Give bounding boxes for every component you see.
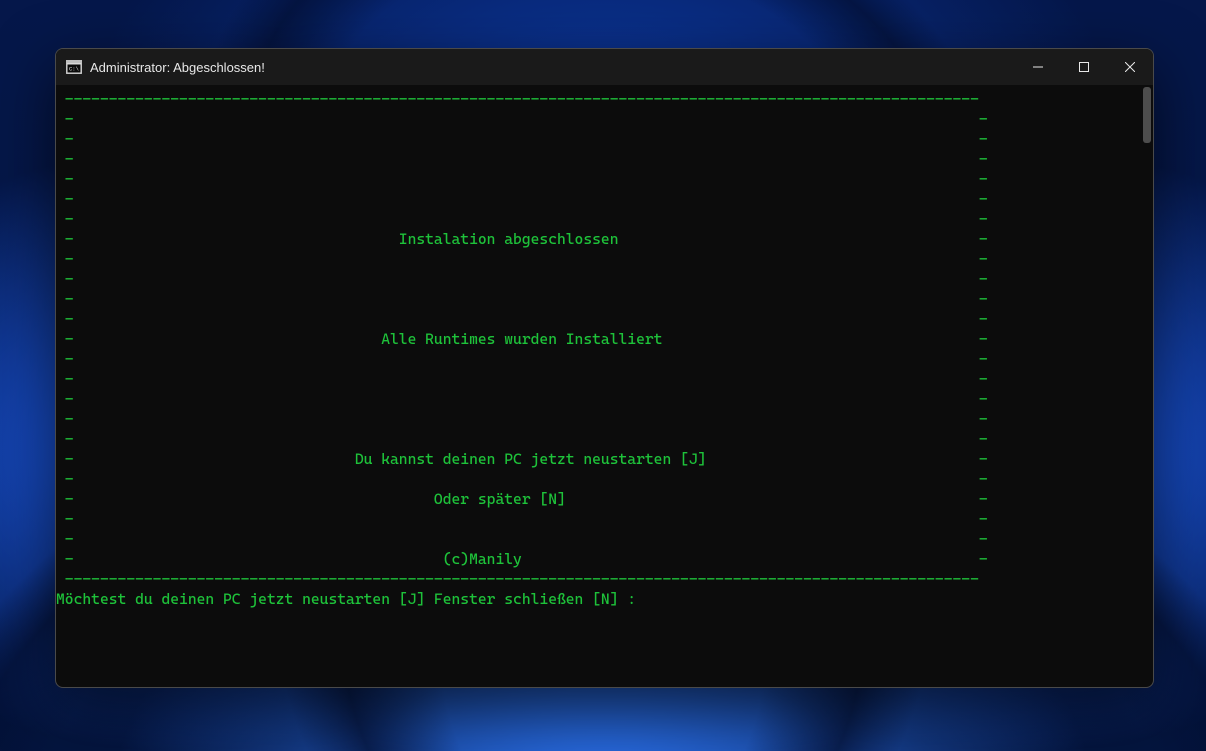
cmd-icon: C:\ [66,60,82,74]
box-row: - - [56,430,988,448]
prompt-line[interactable]: Möchtest du deinen PC jetzt neustarten [… [56,590,636,608]
box-row: - - [56,130,988,148]
box-row: - - [56,510,988,528]
scrollbar-track[interactable] [1141,87,1151,685]
box-row: - - [56,370,988,388]
box-border-bottom: ----------------------------------------… [56,570,979,588]
box-row-runtimes: - Alle Runtimes wurden Installiert - [56,330,988,348]
box-row: - - [56,310,988,328]
console-client-area: ----------------------------------------… [56,85,1153,687]
box-row: - - [56,250,988,268]
titlebar[interactable]: C:\ Administrator: Abgeschlossen! [56,49,1153,85]
box-row: - - [56,350,988,368]
box-row: - - [56,290,988,308]
box-row-restart-now: - Du kannst deinen PC jetzt neustarten [… [56,450,988,468]
minimize-button[interactable] [1015,49,1061,85]
box-row: - - [56,190,988,208]
box-row: - - [56,270,988,288]
maximize-button[interactable] [1061,49,1107,85]
box-row: - - [56,530,988,548]
console-output: ----------------------------------------… [56,85,1139,687]
svg-text:C:\: C:\ [69,66,79,73]
box-row: - - [56,390,988,408]
box-row: - - [56,110,988,128]
box-row-later: - Oder später [N] - [56,490,988,508]
box-row-installation-done: - Instalation abgeschlossen - [56,230,988,248]
window-title: Administrator: Abgeschlossen! [90,60,265,75]
box-row: - - [56,410,988,428]
box-row: - - [56,150,988,168]
scrollbar-thumb[interactable] [1143,87,1151,143]
close-button[interactable] [1107,49,1153,85]
box-row: - - [56,210,988,228]
cmd-window: C:\ Administrator: Abgeschlossen! ------… [55,48,1154,688]
box-row: - - [56,470,988,488]
box-row: - - [56,170,988,188]
box-row-copyright: - (c)Manily - [56,550,988,568]
box-border-top: ----------------------------------------… [56,90,979,108]
